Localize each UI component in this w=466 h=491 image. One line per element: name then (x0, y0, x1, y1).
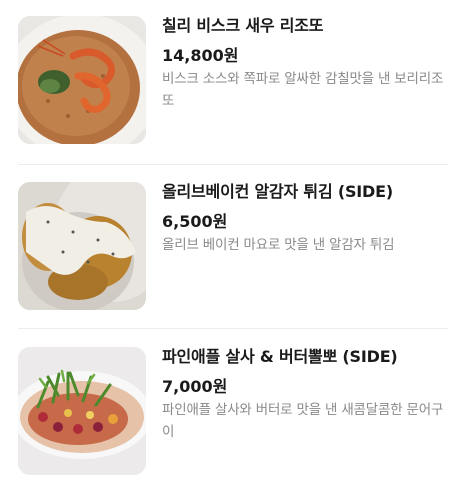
menu-item-description: 올리브 베이컨 마요로 맛을 낸 알감자 튀김 (162, 237, 395, 253)
menu-item-info: 파인애플 살사 & 버터뽈뽀 (SIDE) 7,000원 파인애플 살사와 버터… (162, 345, 452, 443)
fried-potato-photo-icon (18, 182, 146, 310)
menu-item-chili-bisque-shrimp-risotto[interactable]: 칠리 비스크 새우 리조또 14,800원 비스크 소스와 쪽파로 알싸한 감칠… (0, 0, 466, 164)
menu-item-info: 올리브베이컨 알감자 튀김 (SIDE) 6,500원 올리브 베이컨 마요로 … (162, 180, 452, 256)
menu-item-image[interactable] (18, 347, 146, 475)
menu-item-price: 6,500원 (162, 212, 228, 231)
menu-item-price: 7,000원 (162, 377, 228, 396)
menu-item-price: 14,800원 (162, 46, 239, 65)
divider (18, 328, 448, 329)
menu-item-description: 비스크 소스와 쪽파로 알싸한 감칠맛을 낸 보리리조또 (162, 71, 444, 109)
menu-item-name: 올리브베이컨 알감자 튀김 (SIDE) (162, 182, 393, 201)
menu-item-pineapple-salsa-octopus[interactable]: 파인애플 살사 & 버터뽈뽀 (SIDE) 7,000원 파인애플 살사와 버터… (0, 330, 466, 491)
menu-item-name: 파인애플 살사 & 버터뽈뽀 (SIDE) (162, 347, 398, 366)
menu-item-olive-bacon-potato[interactable]: 올리브베이컨 알감자 튀김 (SIDE) 6,500원 올리브 베이컨 마요로 … (0, 165, 466, 329)
menu-list: 칠리 비스크 새우 리조또 14,800원 비스크 소스와 쪽파로 알싸한 감칠… (0, 0, 466, 491)
octopus-salsa-photo-icon (18, 347, 146, 475)
menu-item-info: 칠리 비스크 새우 리조또 14,800원 비스크 소스와 쪽파로 알싸한 감칠… (162, 14, 452, 112)
menu-item-image[interactable] (18, 16, 146, 144)
menu-item-name: 칠리 비스크 새우 리조또 (162, 16, 324, 35)
menu-item-image[interactable] (18, 182, 146, 310)
menu-item-description: 파인애플 살사와 버터로 맛을 낸 새콤달콤한 문어구이 (162, 402, 444, 440)
shrimp-risotto-photo-icon (18, 16, 146, 144)
